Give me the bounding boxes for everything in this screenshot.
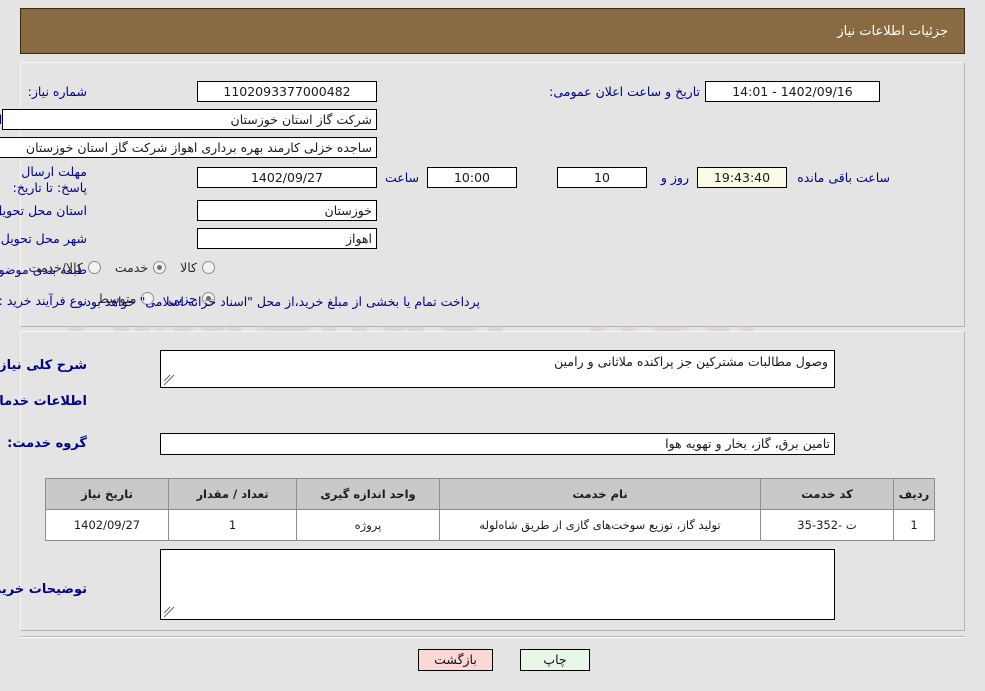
service-group-label: گروه خدمت: [7, 436, 87, 451]
col-quantity: تعداد / مقدار [168, 478, 297, 510]
creator-value: ساجده خزلی کارمند بهره برداری اهواز شرکت… [0, 137, 377, 158]
cell-service-name: تولید گاز، توزیع سوخت‌های گازی از طریق ش… [439, 509, 761, 541]
countdown-value: 19:43:40 [697, 167, 787, 188]
table-row: 1 ت -352-35 تولید گاز، توزیع سوخت‌های گا… [45, 509, 935, 541]
col-service-name: نام خدمت [439, 478, 761, 510]
col-need-date: تاریخ نیاز [45, 478, 169, 510]
deadline-date-value: 1402/09/27 [197, 167, 377, 188]
remaining-days-value: 10 [557, 167, 647, 188]
footer-divider [20, 636, 965, 638]
cell-quantity: 1 [168, 509, 297, 541]
services-section-title: اطلاعات خدمات مورد نیاز [0, 394, 87, 409]
deadline-hour-label: ساعت [384, 170, 419, 185]
process-label: نوع فرآیند خرید : [0, 293, 87, 308]
city-value: اهواز [197, 228, 377, 249]
col-unit: واحد اندازه گیری [296, 478, 440, 510]
general-description-textarea[interactable]: وصول مطالبات مشترکین جز پراکنده ملاثانی … [160, 350, 835, 388]
cell-unit: پروژه [296, 509, 440, 541]
category-radio-label-2: کالا/خدمت [28, 260, 83, 275]
province-label: استان محل تحویل: [0, 203, 87, 218]
col-row-no: ردیف [893, 478, 935, 510]
countdown-label: ساعت باقی مانده [797, 170, 890, 185]
announce-datetime-label: تاریخ و ساعت اعلان عمومی: [549, 84, 700, 99]
category-radio-2[interactable] [87, 261, 101, 274]
deadline-time-value: 10:00 [427, 167, 517, 188]
general-description-label: شرح کلی نیاز: [0, 358, 87, 373]
table-header-row: ردیف کد خدمت نام خدمت واحد اندازه گیری ت… [45, 478, 935, 510]
category-radio-0[interactable] [202, 261, 215, 274]
page-header: جزئیات اطلاعات نیاز [20, 8, 965, 54]
buyer-org-value: شرکت گاز استان خوزستان [2, 109, 377, 130]
city-label: شهر محل تحویل: [0, 231, 87, 246]
print-button[interactable]: چاپ [520, 649, 590, 671]
need-number-value: 1102093377000482 [197, 81, 377, 102]
resize-grip-icon[interactable] [163, 374, 175, 386]
page-title: جزئیات اطلاعات نیاز [837, 23, 948, 39]
cell-row-no: 1 [893, 509, 935, 541]
remaining-days-label: روز و [660, 170, 689, 185]
need-number-label: شماره نیاز: [27, 84, 87, 99]
buyer-comments-textarea[interactable] [160, 549, 835, 620]
treasury-note: پرداخت تمام یا بخشی از مبلغ خرید،از محل … [81, 294, 480, 309]
category-radio-group[interactable]: کالا خدمت کالا/خدمت [14, 260, 215, 275]
services-table: ردیف کد خدمت نام خدمت واحد اندازه گیری ت… [45, 478, 935, 541]
province-value: خوزستان [197, 200, 377, 221]
col-service-code: کد خدمت [760, 478, 894, 510]
page-root: جزئیات اطلاعات نیاز AriaT ender .net شما… [0, 0, 985, 691]
cell-service-code: ت -352-35 [760, 509, 894, 541]
buyer-comments-label: توضیحات خریدار: [0, 582, 87, 597]
category-radio-label-0: کالا [180, 260, 197, 275]
resize-grip-icon-2[interactable] [163, 606, 175, 618]
category-radio-1[interactable] [153, 261, 167, 274]
back-button[interactable]: بازگشت [418, 649, 493, 671]
category-radio-label-1: خدمت [114, 260, 149, 275]
cell-need-date: 1402/09/27 [45, 509, 169, 541]
announce-datetime-value: 1402/09/16 - 14:01 [705, 81, 880, 102]
service-group-value: تامین برق، گاز، بخار و تهویه هوا [160, 433, 835, 455]
general-description-value: وصول مطالبات مشترکین جز پراکنده ملاثانی … [554, 354, 828, 369]
deadline-label: مهلت ارسال پاسخ: تا تاریخ: [12, 164, 87, 195]
